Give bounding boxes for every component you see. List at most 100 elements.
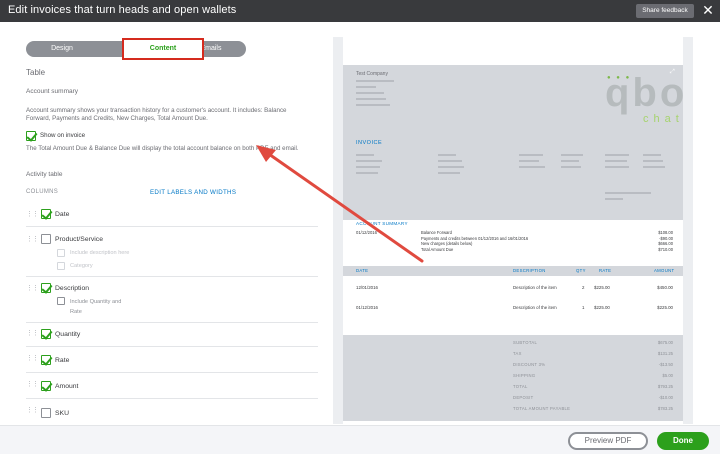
- address-line: [356, 104, 390, 106]
- detail-label-line: [605, 166, 629, 168]
- drag-handle-icon[interactable]: ⋮⋮: [26, 355, 39, 362]
- drag-handle-icon[interactable]: ⋮⋮: [26, 330, 39, 337]
- item-description: Description of the item: [513, 305, 557, 310]
- share-feedback-button[interactable]: Share feedback: [636, 4, 694, 18]
- account-summary-amounts: $108.00 -$90.00 $666.00 $710.00: [643, 230, 673, 252]
- category-checkbox[interactable]: [57, 262, 65, 270]
- company-name: Test Company: [356, 71, 388, 77]
- tab-design[interactable]: Design: [26, 41, 98, 57]
- column-row-sku: ⋮⋮ SKU: [26, 399, 318, 423]
- summary-amount: $710.00: [658, 246, 673, 252]
- detail-value-line: [561, 154, 583, 156]
- column-row-rate: ⋮⋮ Rate: [26, 347, 318, 373]
- detail-value-line: [561, 166, 581, 168]
- drag-handle-icon[interactable]: ⋮⋮: [26, 236, 39, 243]
- total-label: TOTAL: [513, 384, 528, 389]
- total-value: $131.25: [657, 351, 673, 356]
- col-rate: RATE: [599, 268, 612, 273]
- column-label-rate: Rate: [55, 357, 70, 364]
- total-value: $793.25: [657, 384, 673, 389]
- line-items-header: DATE DESCRIPTION QTY RATE AMOUNT: [343, 266, 683, 276]
- company-logo: ● ● ● qbo chat: [605, 71, 688, 125]
- drag-handle-icon[interactable]: ⋮⋮: [26, 381, 39, 388]
- invoice-paper: Test Company ● ● ● qbo chat ⤢ INVOICE AC…: [343, 37, 688, 424]
- total-label: TAX: [513, 351, 522, 356]
- item-date: 01/12/2016: [356, 305, 378, 310]
- bill-to-line: [356, 154, 374, 156]
- tab-content[interactable]: Content: [122, 38, 204, 60]
- preview-pdf-button[interactable]: Preview PDF: [568, 432, 648, 450]
- custom-field-line: [605, 198, 623, 200]
- account-summary-date: 01/12/2016: [356, 230, 377, 235]
- col-qty: QTY: [576, 268, 586, 273]
- ship-to-line: [438, 172, 460, 174]
- category-label: Category: [70, 263, 93, 269]
- product-service-checkbox[interactable]: [41, 234, 51, 244]
- total-value: $675.00: [657, 340, 673, 345]
- total-label: SUBTOTAL: [513, 340, 538, 345]
- column-label-description: Description: [55, 285, 89, 292]
- drag-handle-icon[interactable]: ⋮⋮: [26, 285, 39, 292]
- quantity-checkbox[interactable]: [41, 329, 51, 339]
- sku-checkbox[interactable]: [41, 408, 51, 418]
- account-summary-heading: ACCOUNT SUMMARY: [356, 221, 408, 226]
- total-value: $5.00: [662, 373, 673, 378]
- show-on-invoice-checkbox[interactable]: [26, 131, 36, 141]
- item-qty: 1: [582, 305, 585, 310]
- line-item-row: 12/01/2016 Description of the item 2 $22…: [343, 283, 683, 303]
- item-amount: $450.00: [657, 285, 673, 290]
- address-line: [356, 98, 386, 100]
- drag-handle-icon[interactable]: ⋮⋮: [26, 407, 39, 414]
- include-quantity-rate-label: Include Quantity and Rate: [70, 299, 122, 315]
- date-checkbox[interactable]: [41, 209, 51, 219]
- include-description-checkbox[interactable]: [57, 249, 65, 257]
- item-rate: $225.00: [594, 305, 610, 310]
- total-value: -$13.50: [658, 362, 673, 367]
- amount-checkbox[interactable]: [41, 381, 51, 391]
- detail-label-line: [519, 154, 543, 156]
- ship-to-line: [438, 154, 456, 156]
- total-label: SHIPPING: [513, 373, 536, 378]
- detail-label-line: [605, 160, 627, 162]
- activity-table-title: Activity table: [26, 171, 63, 178]
- done-button[interactable]: Done: [657, 432, 709, 450]
- address-line: [356, 80, 394, 82]
- col-date: DATE: [356, 268, 369, 273]
- close-icon[interactable]: ✕: [700, 2, 716, 19]
- balance-note: The Total Amount Due & Balance Due will …: [26, 145, 299, 152]
- total-value: -$10.00: [658, 395, 673, 400]
- item-amount: $225.00: [657, 305, 673, 310]
- detail-value-line: [643, 166, 665, 168]
- column-label-product-service: Product/Service: [55, 236, 103, 243]
- column-label-sku: SKU: [55, 410, 69, 417]
- account-summary-title: Account summary: [26, 88, 79, 95]
- account-summary-description: Account summary shows your transaction h…: [26, 107, 287, 122]
- total-label: DISCOUNT 3%: [513, 362, 546, 367]
- item-description: Description of the item: [513, 285, 557, 290]
- item-qty: 2: [582, 285, 585, 290]
- show-on-invoice-label: Show on invoice: [40, 132, 86, 139]
- logo-text: qbo: [605, 71, 688, 115]
- rate-checkbox[interactable]: [41, 355, 51, 365]
- description-checkbox[interactable]: [41, 283, 51, 293]
- address-line: [356, 92, 384, 94]
- bill-to-line: [356, 160, 382, 162]
- expand-icon[interactable]: ⤢: [670, 69, 678, 77]
- ship-to-line: [438, 160, 462, 162]
- item-rate: $225.00: [594, 285, 610, 290]
- col-description: DESCRIPTION: [513, 268, 546, 273]
- custom-field-line: [605, 192, 651, 194]
- include-quantity-rate-checkbox[interactable]: [57, 297, 65, 305]
- detail-label-line: [519, 160, 539, 162]
- tab-bar: Design Emails Content: [26, 38, 246, 60]
- col-amount: AMOUNT: [654, 268, 675, 273]
- invoice-preview: Test Company ● ● ● qbo chat ⤢ INVOICE AC…: [333, 37, 693, 424]
- drag-handle-icon[interactable]: ⋮⋮: [26, 211, 39, 218]
- window-title: Edit invoices that turn heads and open w…: [8, 4, 237, 16]
- ship-to-line: [438, 166, 464, 168]
- edit-labels-link[interactable]: EDIT LABELS AND WIDTHS: [150, 189, 236, 196]
- total-value: $783.25: [657, 406, 673, 411]
- column-row-description: ⋮⋮ Description Include Quantity and Rate: [26, 277, 318, 323]
- column-row-product-service: ⋮⋮ Product/Service Include description h…: [26, 227, 318, 277]
- summary-line: Total Amount Due: [421, 246, 454, 252]
